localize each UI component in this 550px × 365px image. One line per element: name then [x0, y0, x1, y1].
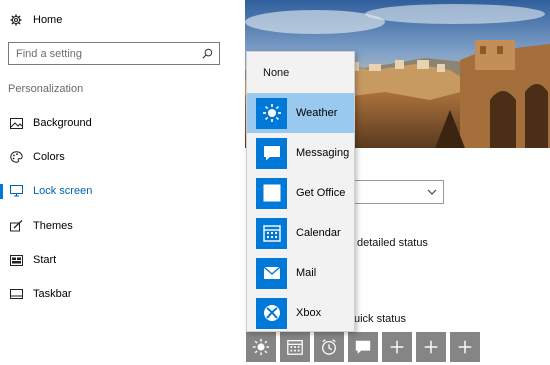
- search-icon[interactable]: [202, 48, 213, 59]
- option-get-office[interactable]: Get Office: [247, 173, 354, 213]
- weather-icon: [262, 104, 281, 122]
- option-label: None: [263, 67, 290, 79]
- quick-status-label: uick status: [354, 313, 406, 325]
- quick-status-slot-weather[interactable]: [246, 332, 276, 362]
- app-tile: [256, 297, 287, 329]
- quick-status-slot-messaging[interactable]: [348, 332, 378, 362]
- app-tile: [256, 137, 287, 169]
- option-label: Calendar: [296, 227, 341, 239]
- app-tile: [256, 217, 287, 249]
- option-weather[interactable]: Weather: [247, 93, 354, 133]
- quick-status-slot-add[interactable]: [450, 332, 480, 362]
- office-icon: [263, 184, 280, 202]
- option-label: Get Office: [296, 187, 346, 199]
- calendar-icon: [287, 340, 303, 355]
- palette-icon: [10, 151, 23, 163]
- gear-icon: [10, 14, 22, 26]
- sidebar-item-colors[interactable]: Colors: [0, 143, 232, 171]
- option-xbox[interactable]: Xbox: [247, 293, 354, 333]
- detailed-status-label: detailed status: [357, 237, 428, 249]
- sidebar-item-label: Start: [33, 254, 57, 266]
- home-nav-item[interactable]: Home: [10, 11, 62, 29]
- quick-status-slot-alarm[interactable]: [314, 332, 344, 362]
- sidebar-item-lock-screen[interactable]: Lock screen: [0, 177, 232, 205]
- sidebar-item-label: Lock screen: [33, 185, 93, 197]
- quick-status-slots: [246, 332, 480, 362]
- app-chooser-flyout: None Weather Messaging Get Office Calend…: [246, 51, 355, 332]
- weather-icon: [252, 338, 270, 356]
- option-messaging[interactable]: Messaging: [247, 133, 354, 173]
- app-tile: [256, 177, 287, 209]
- search-input[interactable]: [16, 47, 202, 60]
- plus-icon: [458, 340, 472, 354]
- app-tile: [256, 97, 287, 129]
- message-icon: [355, 340, 371, 354]
- chevron-down-icon: [427, 189, 437, 195]
- sidebar-item-taskbar[interactable]: Taskbar: [0, 280, 232, 308]
- sidebar-item-start[interactable]: Start: [0, 246, 232, 274]
- search-box[interactable]: [8, 42, 220, 65]
- option-none[interactable]: None: [247, 53, 354, 93]
- xbox-icon: [263, 305, 280, 321]
- plus-icon: [390, 340, 404, 354]
- calendar-icon: [262, 225, 281, 242]
- quick-status-slot-add[interactable]: [416, 332, 446, 362]
- brush-icon: [10, 220, 23, 232]
- settings-sidebar: Home Personalization Background Colors L…: [0, 0, 232, 365]
- sidebar-item-themes[interactable]: Themes: [0, 212, 232, 240]
- quick-status-slot-calendar[interactable]: [280, 332, 310, 362]
- home-label: Home: [33, 14, 63, 26]
- monitor-icon: [10, 185, 23, 197]
- option-label: Weather: [296, 107, 338, 119]
- message-icon: [263, 146, 280, 161]
- sidebar-item-label: Taskbar: [33, 288, 72, 300]
- option-label: Mail: [296, 267, 317, 279]
- taskbar-icon: [10, 288, 23, 300]
- option-label: Xbox: [296, 307, 322, 319]
- sidebar-item-label: Themes: [33, 220, 73, 232]
- mail-icon: [263, 266, 280, 279]
- alarm-icon: [322, 339, 336, 355]
- start-icon: [10, 254, 23, 266]
- detailed-status-app-select[interactable]: [340, 180, 444, 204]
- app-tile: [256, 257, 287, 289]
- sidebar-item-label: Background: [33, 117, 92, 129]
- sidebar-item-label: Colors: [33, 151, 65, 163]
- quick-status-slot-add[interactable]: [382, 332, 412, 362]
- picture-icon: [10, 117, 23, 129]
- option-label: Messaging: [296, 147, 350, 159]
- sidebar-item-background[interactable]: Background: [0, 109, 232, 137]
- option-mail[interactable]: Mail: [247, 253, 354, 293]
- section-title: Personalization: [8, 83, 84, 95]
- plus-icon: [424, 340, 438, 354]
- option-calendar[interactable]: Calendar: [247, 213, 354, 253]
